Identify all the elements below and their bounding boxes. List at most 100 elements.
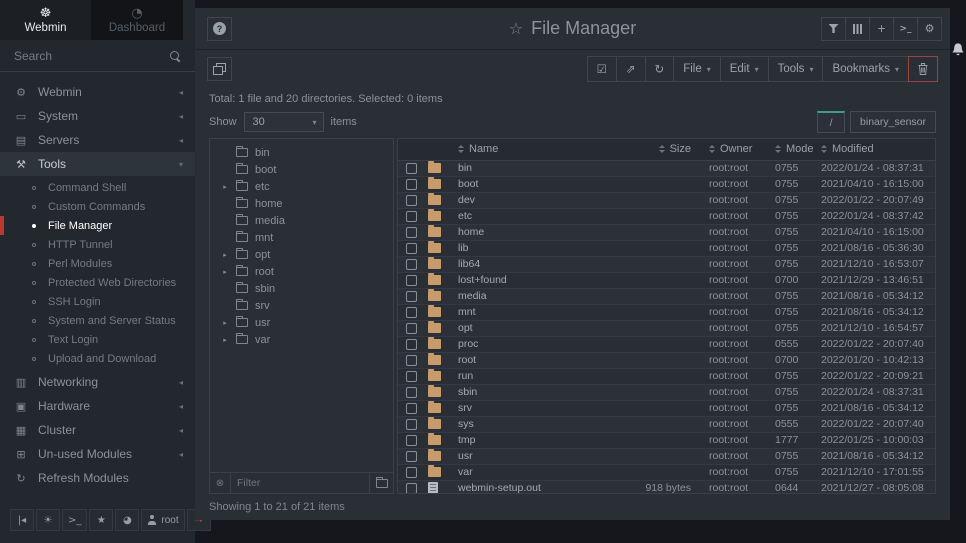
tree-item-home[interactable]: home <box>210 195 393 212</box>
submenu-item-ssh-login[interactable]: SSH Login <box>0 292 195 311</box>
tree-filter-input[interactable] <box>230 473 369 493</box>
table-row-lib[interactable]: libroot:root07552021/08/16 - 05:36:30 <box>398 240 935 256</box>
submenu-item-http-tunnel[interactable]: HTTP Tunnel <box>0 235 195 254</box>
cell-name[interactable]: proc <box>454 336 627 352</box>
sidebar-item-un-used-modules[interactable]: ⊞Un-used Modules◂ <box>0 442 195 466</box>
expand-arrow-icon[interactable]: ▸ <box>221 183 229 191</box>
row-checkbox[interactable] <box>406 307 417 318</box>
search-icon[interactable] <box>169 50 181 62</box>
submenu-item-perl-modules[interactable]: Perl Modules <box>0 254 195 273</box>
table-row-sbin[interactable]: sbinroot:root07552022/01/24 - 08:37:31 <box>398 384 935 400</box>
tree-item-media[interactable]: media <box>210 212 393 229</box>
cell-name[interactable]: media <box>454 288 627 304</box>
row-checkbox[interactable] <box>406 275 417 286</box>
expand-arrow-icon[interactable]: ▸ <box>221 336 229 344</box>
table-row-var[interactable]: varroot:root07552021/12/10 - 17:01:55 <box>398 464 935 480</box>
copy-button[interactable] <box>207 57 232 81</box>
table-row-usr[interactable]: usrroot:root07552021/08/16 - 05:34:12 <box>398 448 935 464</box>
row-checkbox[interactable] <box>406 435 417 446</box>
row-checkbox[interactable] <box>406 323 417 334</box>
row-checkbox[interactable] <box>406 211 417 222</box>
trash-button[interactable] <box>908 56 938 82</box>
tree-item-srv[interactable]: srv <box>210 297 393 314</box>
shell-button[interactable]: >_ <box>62 509 87 531</box>
filter-button[interactable] <box>821 17 846 41</box>
cell-name[interactable]: lib <box>454 240 627 256</box>
submenu-item-system-and-server-status[interactable]: System and Server Status <box>0 311 195 330</box>
column-header-owner[interactable]: Owner <box>705 139 771 160</box>
sidebar-item-webmin[interactable]: ⚙Webmin◂ <box>0 80 195 104</box>
palette-button[interactable]: ◕ <box>115 509 139 531</box>
tree-item-opt[interactable]: ▸opt <box>210 246 393 263</box>
sidebar-item-hardware[interactable]: ▣Hardware◂ <box>0 394 195 418</box>
collapse-sidebar-button[interactable]: |◂ <box>10 509 34 531</box>
tree-item-mnt[interactable]: mnt <box>210 229 393 246</box>
menu-bookmarks[interactable]: Bookmarks▾ <box>822 56 909 82</box>
tree-item-var[interactable]: ▸var <box>210 331 393 348</box>
settings-button[interactable]: ⚙ <box>917 17 942 41</box>
cell-name[interactable]: boot <box>454 176 627 192</box>
table-row-mnt[interactable]: mntroot:root07552021/08/16 - 05:34:12 <box>398 304 935 320</box>
cell-name[interactable]: run <box>454 368 627 384</box>
submenu-item-text-login[interactable]: Text Login <box>0 330 195 349</box>
sidebar-item-system[interactable]: ▭System◂ <box>0 104 195 128</box>
favorites-button[interactable]: ★ <box>89 509 113 531</box>
sidebar-item-networking[interactable]: ▥Networking◂ <box>0 370 195 394</box>
table-row-etc[interactable]: etcroot:root07552022/01/24 - 08:37:42 <box>398 208 935 224</box>
share-button[interactable]: ⇗ <box>616 56 646 82</box>
expand-arrow-icon[interactable]: ▸ <box>221 251 229 259</box>
cell-name[interactable]: dev <box>454 192 627 208</box>
table-row-sys[interactable]: sysroot:root05552022/01/22 - 20:07:40 <box>398 416 935 432</box>
row-checkbox[interactable] <box>406 339 417 350</box>
cell-name[interactable]: sys <box>454 416 627 432</box>
cell-name[interactable]: lost+found <box>454 272 627 288</box>
table-row-srv[interactable]: srvroot:root07552021/08/16 - 05:34:12 <box>398 400 935 416</box>
table-row-bin[interactable]: binroot:root07552022/01/24 - 08:37:31 <box>398 160 935 176</box>
column-header-size[interactable]: Size <box>627 139 705 160</box>
sidebar-item-refresh-modules[interactable]: ↻Refresh Modules <box>0 466 195 490</box>
clear-filter-icon[interactable]: ⊗ <box>210 478 230 489</box>
table-row-proc[interactable]: procroot:root05552022/01/22 - 20:07:40 <box>398 336 935 352</box>
row-checkbox[interactable] <box>406 163 417 174</box>
table-row-run[interactable]: runroot:root07552022/01/22 - 20:09:21 <box>398 368 935 384</box>
table-row-webmin-setup-out[interactable]: webmin-setup.out918 bytesroot:root064420… <box>398 480 935 494</box>
cell-name[interactable]: usr <box>454 448 627 464</box>
submenu-item-command-shell[interactable]: Command Shell <box>0 178 195 197</box>
cell-name[interactable]: home <box>454 224 627 240</box>
row-checkbox[interactable] <box>406 451 417 462</box>
sort-icon[interactable] <box>709 145 715 153</box>
tree-item-etc[interactable]: ▸etc <box>210 178 393 195</box>
terminal-button[interactable]: >_ <box>893 17 918 41</box>
tab-dashboard[interactable]: ◔ Dashboard <box>91 0 183 40</box>
table-row-home[interactable]: homeroot:root07552021/04/10 - 16:15:00 <box>398 224 935 240</box>
row-checkbox[interactable] <box>406 403 417 414</box>
sort-icon[interactable] <box>775 145 781 153</box>
submenu-item-upload-and-download[interactable]: Upload and Download <box>0 349 195 368</box>
cell-name[interactable]: mnt <box>454 304 627 320</box>
favorite-star-icon[interactable]: ☆ <box>509 19 523 38</box>
help-button[interactable]: ? <box>207 17 232 41</box>
tab-webmin[interactable]: ☸ Webmin <box>0 0 91 40</box>
column-header-mode[interactable]: Mode <box>771 139 817 160</box>
tree-folder-button[interactable] <box>369 473 393 493</box>
tree-item-boot[interactable]: boot <box>210 161 393 178</box>
cell-name[interactable]: lib64 <box>454 256 627 272</box>
column-header-modified[interactable]: Modified <box>817 139 935 160</box>
row-checkbox[interactable] <box>406 243 417 254</box>
row-checkbox[interactable] <box>406 483 417 494</box>
row-checkbox[interactable] <box>406 291 417 302</box>
menu-edit[interactable]: Edit▾ <box>720 56 769 82</box>
row-checkbox[interactable] <box>406 419 417 430</box>
sort-icon[interactable] <box>458 145 464 153</box>
cell-name[interactable]: var <box>454 464 627 480</box>
sidebar-item-servers[interactable]: ▤Servers◂ <box>0 128 195 152</box>
theme-button[interactable]: ☀ <box>36 509 60 531</box>
menu-tools[interactable]: Tools▾ <box>768 56 824 82</box>
search-input[interactable] <box>14 49 169 63</box>
breadcrumb-root-button[interactable]: / <box>817 111 845 133</box>
cell-name[interactable]: root <box>454 352 627 368</box>
table-row-root[interactable]: rootroot:root07002022/01/20 - 10:42:13 <box>398 352 935 368</box>
sidebar-item-tools[interactable]: ⚒Tools▾ <box>0 152 195 176</box>
cell-name[interactable]: tmp <box>454 432 627 448</box>
sort-icon[interactable] <box>821 145 827 153</box>
